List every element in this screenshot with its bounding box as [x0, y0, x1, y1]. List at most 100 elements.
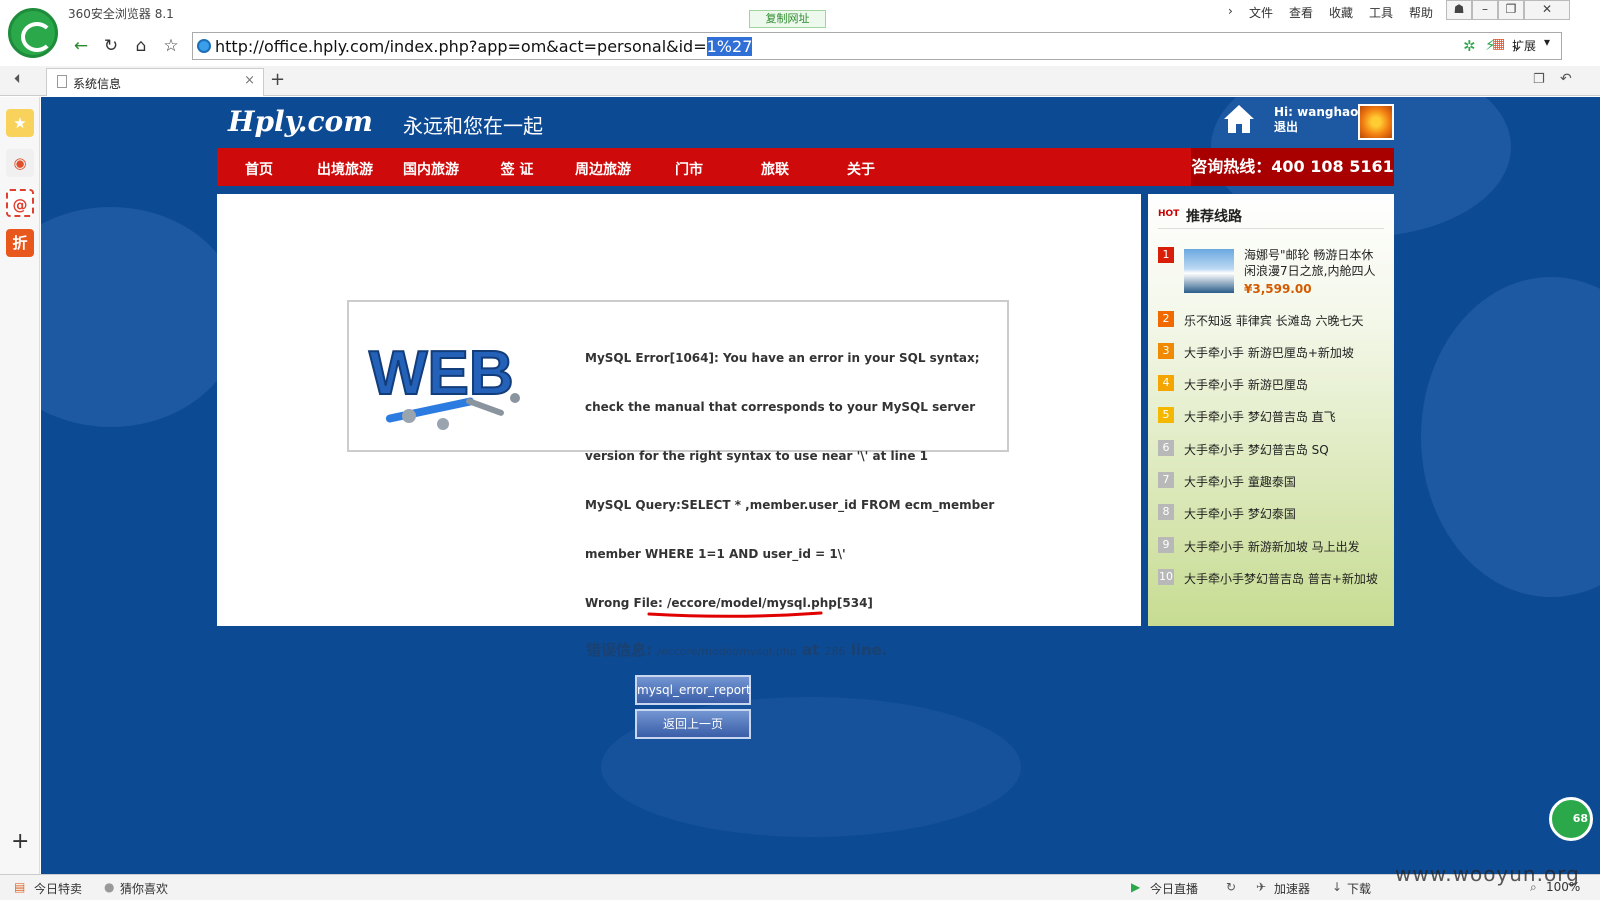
- url-prefix: http://office.hply.com/index.php?app=om&…: [215, 37, 707, 56]
- nav-home[interactable]: 首页: [224, 159, 294, 179]
- error-line: member WHERE 1=1 AND user_id = 1\': [585, 547, 846, 561]
- url-text[interactable]: http://office.hply.com/index.php?app=om&…: [215, 37, 753, 56]
- list-item[interactable]: 大手牵小手 新游巴厘岛: [1184, 376, 1308, 393]
- status-live[interactable]: 今日直播: [1150, 880, 1198, 897]
- undo-close-icon[interactable]: ↶: [1560, 71, 1572, 87]
- hotline: 咨询热线：400 108 5161: [1191, 148, 1394, 186]
- hot-badge-icon: HOT: [1158, 209, 1180, 219]
- title-bar: 360安全浏览器 8.1 复制网址 › 文件 查看 收藏 工具 帮助 ☗ – ❐…: [0, 0, 1600, 28]
- logout-link[interactable]: 退出: [1274, 120, 1358, 135]
- weibo-icon[interactable]: ◉: [6, 149, 34, 177]
- skin-icon[interactable]: ☗: [1446, 0, 1472, 20]
- divider: [1158, 228, 1384, 229]
- nav-about[interactable]: 关于: [826, 159, 896, 179]
- rank-badge: 7: [1158, 472, 1174, 488]
- maximize-button[interactable]: ❐: [1498, 0, 1524, 20]
- error-line: MySQL Error[1064]: You have an error in …: [585, 351, 980, 365]
- mail-icon[interactable]: @: [6, 189, 34, 217]
- recommend-title: 推荐线路: [1186, 209, 1242, 225]
- close-window-button[interactable]: ✕: [1524, 0, 1570, 20]
- page-viewport: Hply.com 永远和您在一起 Hi: wanghao 退出 首页 出境旅游 …: [41, 97, 1600, 874]
- nav-stores[interactable]: 门市: [654, 159, 724, 179]
- mysql-error-report-button[interactable]: mysql_error_report: [635, 675, 751, 705]
- status-today-deals[interactable]: 今日特卖: [34, 880, 82, 897]
- list-item[interactable]: 乐不知返 菲律宾 长滩岛 六晚七天: [1184, 312, 1363, 329]
- home-icon[interactable]: ⌂: [128, 33, 154, 59]
- status-download[interactable]: 下载: [1347, 880, 1371, 897]
- refresh-security-icon[interactable]: ✲: [1463, 37, 1476, 55]
- app-title: 360安全浏览器 8.1: [68, 7, 174, 21]
- reload-icon[interactable]: ↻: [98, 33, 124, 59]
- list-item[interactable]: 大手牵小手 梦幻泰国: [1184, 505, 1296, 522]
- rank-badge: 8: [1158, 504, 1174, 520]
- menu-favorites[interactable]: 收藏: [1329, 4, 1353, 21]
- list-item[interactable]: 大手牵小手梦幻普吉岛 普吉+新加坡: [1184, 570, 1378, 587]
- error-line: version for the right syntax to use near…: [585, 449, 928, 463]
- menu-file[interactable]: 文件: [1249, 4, 1273, 21]
- map-land-decoration: [1421, 277, 1600, 597]
- nav-alliance[interactable]: 旅联: [740, 159, 810, 179]
- user-greeting: Hi: wanghao 退出: [1274, 105, 1358, 135]
- back-arrow-icon[interactable]: ←: [68, 33, 94, 59]
- site-globe-icon: [197, 39, 211, 53]
- tab-close-icon[interactable]: ×: [244, 73, 255, 88]
- refresh-icon[interactable]: ↻: [1226, 880, 1236, 894]
- favorites-star-icon[interactable]: ★: [6, 109, 34, 137]
- new-tab-button[interactable]: +: [270, 69, 285, 90]
- error-info-path: /eccore/model/mysql.php: [657, 645, 797, 658]
- error-line: check the manual that corresponds to you…: [585, 400, 976, 414]
- list-item[interactable]: 大手牵小手 新游巴厘岛+新加坡: [1184, 344, 1354, 361]
- bookmark-star-icon[interactable]: ☆: [158, 33, 184, 59]
- watermark: www.wooyun.org: [1395, 862, 1580, 886]
- extensions-grid-icon[interactable]: ▦: [1492, 36, 1505, 52]
- page-icon: [57, 75, 67, 88]
- featured-route-price: ¥3,599.00: [1244, 282, 1312, 296]
- list-item[interactable]: 大手牵小手 童趣泰国: [1184, 473, 1296, 490]
- error-info: 错误信息: /eccore/model/mysql.php at 286 lin…: [586, 639, 888, 660]
- menu-chevron-icon[interactable]: ›: [1228, 4, 1233, 18]
- nav-visa[interactable]: 签 证: [482, 159, 552, 179]
- add-sidebar-icon[interactable]: +: [11, 829, 29, 854]
- sidebar-toggle-icon[interactable]: ⏴: [14, 72, 21, 87]
- featured-route-text[interactable]: 海娜号"邮轮 畅游日本休闲浪漫7日之旅,内舱四人: [1244, 247, 1384, 279]
- rank-badge: 3: [1158, 343, 1174, 359]
- discount-icon[interactable]: 折: [6, 229, 34, 257]
- address-bar[interactable]: http://office.hply.com/index.php?app=om&…: [192, 32, 1562, 60]
- error-info-at: at: [801, 641, 820, 659]
- extensions-label[interactable]: 扩展: [1512, 37, 1536, 54]
- nav-outbound[interactable]: 出境旅游: [310, 159, 380, 179]
- status-guess-you-like[interactable]: 猜你喜欢: [120, 880, 168, 897]
- menu-tools[interactable]: 工具: [1369, 4, 1393, 21]
- site-logo[interactable]: Hply.com: [228, 105, 373, 138]
- list-item[interactable]: 大手牵小手 新游新加坡 马上出发: [1184, 538, 1360, 555]
- nav-nearby[interactable]: 周边旅游: [568, 159, 638, 179]
- extensions-dropdown-icon[interactable]: ▾: [1544, 35, 1550, 49]
- restore-tab-icon[interactable]: ❐: [1533, 72, 1545, 87]
- list-item[interactable]: 大手牵小手 梦幻普吉岛 直飞: [1184, 408, 1336, 425]
- avatar[interactable]: [1358, 104, 1394, 140]
- rank-badge: 5: [1158, 407, 1174, 423]
- nav-domestic[interactable]: 国内旅游: [396, 159, 466, 179]
- error-line: MySQL Query:SELECT * ,member.user_id FRO…: [585, 498, 995, 512]
- cruise-ship-image[interactable]: [1184, 249, 1234, 293]
- list-item[interactable]: 大手牵小手 梦幻普吉岛 SQ: [1184, 441, 1329, 458]
- floating-360-badge[interactable]: 68: [1549, 797, 1593, 841]
- menu-help[interactable]: 帮助: [1409, 4, 1433, 21]
- tab-active[interactable]: 系统信息 ×: [46, 68, 264, 96]
- home-house-icon[interactable]: [1222, 103, 1256, 135]
- recommend-panel: HOT 推荐线路 1 海娜号"邮轮 畅游日本休闲浪漫7日之旅,内舱四人 ¥3,5…: [1148, 194, 1394, 626]
- go-back-button[interactable]: 返回上一页: [635, 709, 751, 739]
- live-play-icon: ▶: [1131, 880, 1141, 894]
- rank-badge: 1: [1158, 247, 1174, 263]
- status-accelerator[interactable]: 加速器: [1274, 880, 1310, 897]
- web-logo-image: WEB: [368, 338, 520, 430]
- minimize-button[interactable]: –: [1472, 0, 1498, 20]
- navigation-bar: ← ↻ ⌂ ☆ http://office.hply.com/index.php…: [64, 30, 1600, 64]
- main-navigation: 首页 出境旅游 国内旅游 签 证 周边旅游 门市 旅联 关于 咨询热线：400 …: [217, 148, 1394, 186]
- deals-icon: ▤: [14, 880, 26, 894]
- rank-badge: 2: [1158, 311, 1174, 327]
- error-file-line: Wrong File: /eccore/model/mysql.php[534]: [585, 596, 873, 610]
- menu-view[interactable]: 查看: [1289, 4, 1313, 21]
- copy-url-button[interactable]: 复制网址: [749, 10, 826, 28]
- guess-icon: ●: [104, 880, 115, 894]
